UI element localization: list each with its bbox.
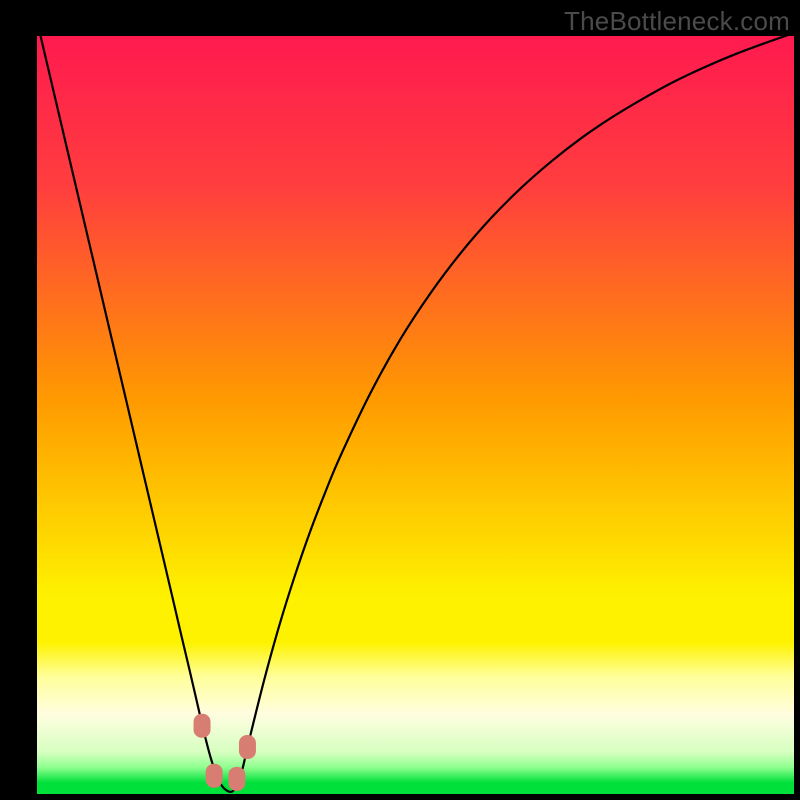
heat-gradient bbox=[37, 36, 794, 794]
curve-marker bbox=[239, 735, 256, 759]
curve-marker bbox=[228, 767, 245, 791]
bottleneck-curve-chart bbox=[37, 36, 794, 794]
curve-marker bbox=[206, 764, 223, 788]
chart-frame: TheBottleneck.com bbox=[0, 0, 800, 800]
plot-area bbox=[37, 36, 794, 794]
curve-marker bbox=[194, 714, 211, 738]
watermark-label: TheBottleneck.com bbox=[564, 6, 790, 37]
